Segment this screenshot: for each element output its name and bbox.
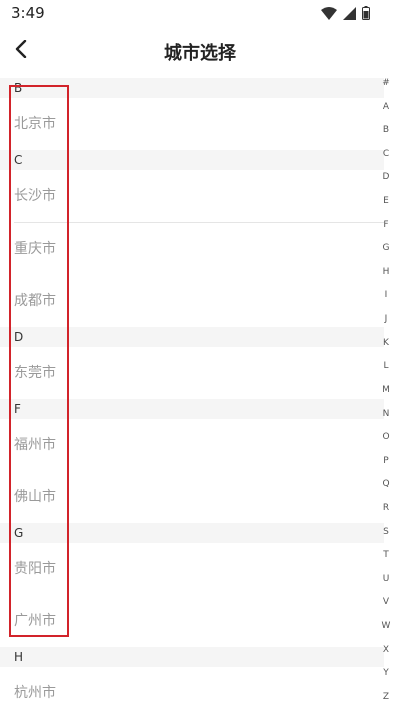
group-header-d: D	[0, 327, 384, 347]
index-letter-q[interactable]: Q	[382, 479, 389, 489]
index-letter-y[interactable]: Y	[383, 668, 389, 678]
index-letter-c[interactable]: C	[383, 149, 389, 159]
city-item-beijing[interactable]: 北京市	[0, 98, 384, 150]
city-item-hangzhou[interactable]: 杭州市	[0, 667, 384, 719]
city-item-chengdu[interactable]: 成都市	[0, 275, 384, 327]
group-header-g: G	[0, 523, 384, 543]
index-letter-r[interactable]: R	[383, 503, 389, 513]
status-bar: 3:49	[0, 0, 400, 26]
index-letter-o[interactable]: O	[382, 432, 389, 442]
index-letter-i[interactable]: I	[385, 290, 388, 300]
index-letter-n[interactable]: N	[383, 409, 390, 419]
group-header-h: H	[0, 647, 384, 667]
header: 城市选择	[0, 26, 400, 76]
index-letter-w[interactable]: W	[382, 621, 391, 631]
index-letter-a[interactable]: A	[383, 102, 389, 112]
index-letter-s[interactable]: S	[383, 527, 389, 537]
index-letter-d[interactable]: D	[383, 172, 390, 182]
index-letter-t[interactable]: T	[383, 550, 389, 560]
alphabet-index-bar[interactable]: # A B C D E F G H I J K L M N O P Q R S …	[378, 78, 394, 702]
index-letter-m[interactable]: M	[382, 385, 390, 395]
index-letter-x[interactable]: X	[383, 645, 389, 655]
index-letter-h[interactable]: H	[383, 267, 390, 277]
wifi-icon	[321, 5, 337, 24]
index-letter-hash[interactable]: #	[382, 78, 390, 88]
city-item-chongqing[interactable]: 重庆市	[0, 223, 384, 275]
index-letter-b[interactable]: B	[383, 125, 389, 135]
group-header-c: C	[0, 150, 384, 170]
city-item-dongguan[interactable]: 东莞市	[0, 347, 384, 399]
status-icons	[321, 5, 370, 24]
index-letter-g[interactable]: G	[383, 243, 390, 253]
page-title: 城市选择	[164, 43, 236, 64]
index-letter-z[interactable]: Z	[383, 692, 389, 702]
group-header-b: B	[0, 78, 384, 98]
index-letter-e[interactable]: E	[383, 196, 389, 206]
city-item-guangzhou[interactable]: 广州市	[0, 595, 384, 647]
status-time: 3:49	[11, 4, 45, 22]
index-letter-v[interactable]: V	[383, 597, 389, 607]
city-item-guiyang[interactable]: 贵阳市	[0, 543, 384, 595]
index-letter-u[interactable]: U	[383, 574, 390, 584]
battery-icon	[362, 5, 370, 24]
city-item-changsha[interactable]: 长沙市	[0, 170, 384, 222]
city-list: B 北京市 C 长沙市 重庆市 成都市 D 东莞市 F 福州市 佛山市 G 贵阳…	[0, 78, 384, 719]
index-letter-j[interactable]: J	[385, 314, 388, 324]
city-item-fuzhou[interactable]: 福州市	[0, 419, 384, 471]
index-letter-p[interactable]: P	[383, 456, 388, 466]
signal-icon	[343, 5, 356, 24]
index-letter-k[interactable]: K	[383, 338, 389, 348]
index-letter-f[interactable]: F	[383, 220, 388, 230]
city-item-foshan[interactable]: 佛山市	[0, 471, 384, 523]
group-header-f: F	[0, 399, 384, 419]
index-letter-l[interactable]: L	[383, 361, 388, 371]
